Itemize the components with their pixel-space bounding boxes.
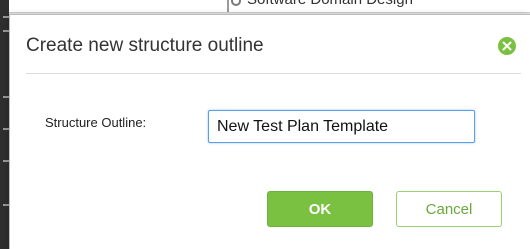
background-header: Software Domain Design [9, 0, 530, 13]
background-tree-item: Software Domain Design [247, 0, 413, 8]
structure-outline-input[interactable] [208, 110, 475, 143]
structure-outline-label: Structure Outline: [45, 115, 147, 130]
dialog-title: Create new structure outline [26, 35, 264, 56]
background-divider [227, 0, 229, 12]
create-structure-outline-dialog: Create new structure outline Structure O… [9, 14, 530, 249]
cancel-button[interactable]: Cancel [396, 191, 502, 227]
background-left-panel [0, 0, 9, 249]
ok-button[interactable]: OK [267, 191, 373, 227]
close-icon [502, 41, 512, 51]
close-button[interactable] [498, 37, 516, 55]
tree-node-icon [231, 0, 241, 6]
title-divider [26, 73, 521, 74]
